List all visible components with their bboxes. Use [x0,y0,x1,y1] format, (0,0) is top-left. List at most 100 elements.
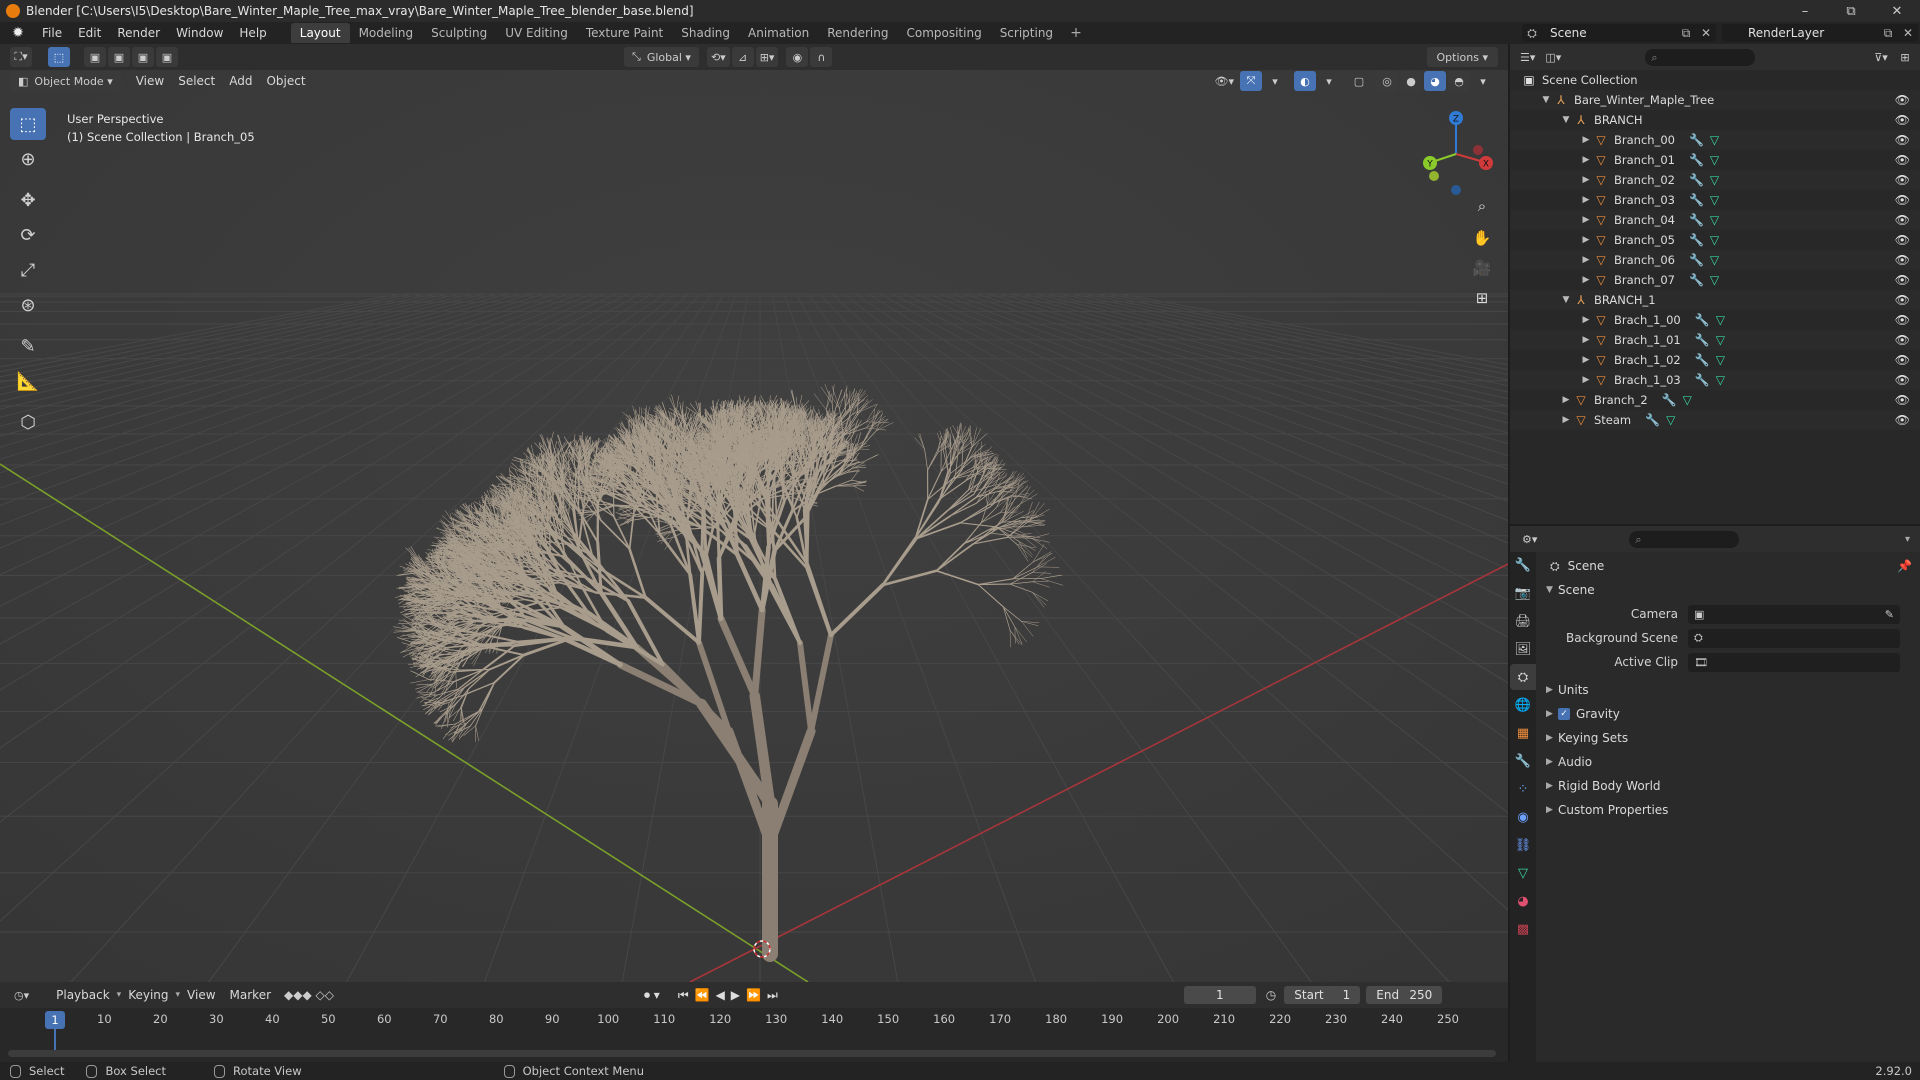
delete-layer-icon[interactable]: ✕ [1898,26,1918,40]
tab-layout[interactable]: Layout [290,23,350,43]
transform-tool-icon[interactable]: ⊛ [10,289,46,321]
tab-sculpting[interactable]: Sculpting [422,23,496,43]
filter-icon[interactable]: ⊽▾ [1870,47,1892,67]
modifier-tab-icon[interactable]: 🔧 [1510,748,1536,774]
modifier-icon[interactable]: 🔧 [1695,373,1710,387]
select-mode-new-icon[interactable]: ▣ [84,47,106,67]
modifier-icon[interactable]: 🔧 [1689,213,1704,227]
object-data-icons[interactable]: 🔧 ▽ [1689,233,1719,247]
outliner-row[interactable]: ▶ ▽ Branch_04 🔧 ▽ 👁 [1510,210,1920,230]
new-collection-icon[interactable]: ⊞ [1894,47,1916,67]
menu-render[interactable]: Render [109,22,168,44]
scene-selector[interactable]: ⛭ Scene ⧉ ✕ [1522,24,1716,42]
object-tab-icon[interactable]: ▦ [1510,720,1536,746]
outliner-row[interactable]: ▶ ▽ Branch_03 🔧 ▽ 👁 [1510,190,1920,210]
record-icon[interactable]: ⏺ ▾ [644,988,660,1003]
zoom-view-icon[interactable]: ⌕ [1468,192,1496,220]
visibility-eye-icon[interactable]: 👁 [1895,173,1910,187]
mesh-data-icon[interactable]: ▽ [1710,193,1719,207]
visibility-eye-icon[interactable]: 👁 [1895,93,1910,107]
visibility-eye-icon[interactable]: 👁 [1895,233,1910,247]
expand-right-icon[interactable]: ▶ [1580,355,1592,365]
playhead-frame[interactable]: 1 [45,1011,65,1029]
add-cube-tool-icon[interactable]: ⬡ [10,406,46,438]
overlay-dropdown-icon[interactable]: ▾ [1318,71,1340,91]
expand-right-icon[interactable]: ▶ [1560,415,1572,425]
object-data-icons[interactable]: 🔧 ▽ [1662,393,1692,407]
expand-down-icon[interactable]: ▼ [1560,115,1572,125]
outliner-row[interactable]: ▶ ▽ Branch_01 🔧 ▽ 👁 [1510,150,1920,170]
visibility-eye-icon[interactable]: 👁 [1895,153,1910,167]
texture-tab-icon[interactable]: ▩ [1510,916,1536,942]
expand-right-icon[interactable]: ▶ [1580,315,1592,325]
view-layer-tab-icon[interactable]: 🖼 [1510,636,1536,662]
outliner-row[interactable]: ▶ ▽ Brach_1_03 🔧 ▽ 👁 [1510,370,1920,390]
editor-type-icon[interactable]: ⛶▾ [10,47,32,67]
add-workspace-button[interactable]: + [1062,25,1090,41]
menu-help[interactable]: Help [231,22,274,44]
tab-modeling[interactable]: Modeling [350,23,423,43]
visibility-eye-icon[interactable]: 👁 [1895,273,1910,287]
maximize-button[interactable]: ⧉ [1828,0,1874,22]
modifier-icon[interactable]: 🔧 [1689,273,1704,287]
close-button[interactable]: ✕ [1874,0,1920,22]
timeline-scrollbar[interactable] [8,1050,1496,1057]
outliner-row[interactable]: ▶ ▽ Steam 🔧 ▽ 👁 [1510,410,1920,430]
object-data-icons[interactable]: 🔧 ▽ [1689,193,1719,207]
expand-right-icon[interactable]: ▶ [1580,155,1592,165]
pan-view-icon[interactable]: ✋ [1468,224,1496,252]
move-tool-icon[interactable]: ✥ [10,184,46,216]
visibility-eye-icon[interactable]: 👁 [1895,373,1910,387]
mode-dropdown[interactable]: ◧ Object Mode ▾ [10,71,121,91]
menu-marker[interactable]: Marker [223,988,278,1002]
3d-viewport[interactable]: ⛶▾ ⬚ ▣ ▣ ▣ ▣ ⤡ Global ▾ ⟲▾ ⊿ ⊞▾ ◉ ∩ Optio… [0,44,1508,982]
snap-icon[interactable]: ⊿ [731,47,754,67]
outliner-row[interactable]: ▼ ⅄ Bare_Winter_Maple_Tree 👁 [1510,90,1920,110]
menu-select[interactable]: Select [171,74,222,88]
xray-toggle-icon[interactable]: ▢ [1348,71,1370,91]
expand-right-icon[interactable]: ▶ [1580,255,1592,265]
visibility-eye-icon[interactable]: 👁 [1895,353,1910,367]
outliner-row[interactable]: ▶ ▽ Branch_2 🔧 ▽ 👁 [1510,390,1920,410]
modifier-icon[interactable]: 🔧 [1695,333,1710,347]
modifier-icon[interactable]: 🔧 [1695,313,1710,327]
timeline-editor-type-icon[interactable]: ◷▾ [10,985,33,1005]
object-data-icons[interactable]: 🔧 ▽ [1689,273,1719,287]
properties-editor-type-icon[interactable]: ⚙▾ [1518,529,1541,549]
proportional-falloff-icon[interactable]: ∩ [810,47,833,67]
timeline-ruler[interactable]: 10 20 30 40 50 60 70 80 90 100 110 120 130 140 150 160 1… [0,1012,1508,1032]
gravity-checkbox[interactable]: ✓ [1558,708,1570,720]
expand-right-icon[interactable]: ▶ [1580,335,1592,345]
new-layer-icon[interactable]: ⧉ [1878,26,1898,41]
tab-texture-paint[interactable]: Texture Paint [577,23,672,43]
visibility-icon[interactable]: 👁▾ [1211,71,1239,91]
tab-animation[interactable]: Animation [739,23,818,43]
outliner-row[interactable]: ▶ ▽ Branch_07 🔧 ▽ 👁 [1510,270,1920,290]
object-data-icons[interactable]: 🔧 ▽ [1695,333,1725,347]
tab-shading[interactable]: Shading [672,23,739,43]
visibility-eye-icon[interactable]: 👁 [1895,313,1910,327]
preview-range-icon[interactable]: ◷ [1266,988,1276,1002]
expand-right-icon[interactable]: ▶ [1580,195,1592,205]
modifier-icon[interactable]: 🔧 [1689,253,1704,267]
measure-tool-icon[interactable]: 📐 [10,365,46,397]
eyedropper-icon[interactable]: ✎ [1885,608,1894,621]
outliner-root[interactable]: ▣ Scene Collection [1510,70,1920,90]
wireframe-shading-icon[interactable]: ◎ [1376,71,1398,91]
modifier-icon[interactable]: 🔧 [1689,193,1704,207]
panel-scene[interactable]: ▼ Scene [1538,578,1920,602]
object-data-icons[interactable]: 🔧 ▽ [1689,133,1719,147]
visibility-eye-icon[interactable]: 👁 [1895,213,1910,227]
menu-file[interactable]: File [34,22,70,44]
constraints-tab-icon[interactable]: ⛓ [1510,832,1536,858]
material-tab-icon[interactable]: ◕ [1510,888,1536,914]
mesh-data-icon[interactable]: ▽ [1710,153,1719,167]
mesh-data-icon[interactable]: ▽ [1710,273,1719,287]
object-data-icons[interactable]: 🔧 ▽ [1645,413,1675,427]
menu-keying[interactable]: Keying [121,988,175,1002]
cursor-tool-icon[interactable]: ⊕ [10,143,46,175]
modifier-icon[interactable]: 🔧 [1689,173,1704,187]
properties-options-icon[interactable]: ▾ [1905,534,1910,545]
tool-tab-icon[interactable]: 🔧 [1510,552,1536,578]
scale-tool-icon[interactable]: ⤢ [10,254,46,286]
